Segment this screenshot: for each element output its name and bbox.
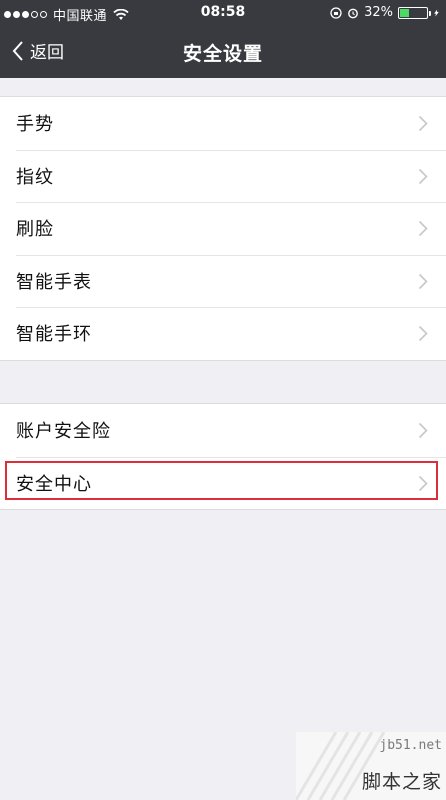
list-item-fingerprint[interactable]: 指纹 (0, 149, 446, 203)
screen: 中国联通 08:58 32% 返回 安全设置 手势 指纹 刷脸 智能手表 智能手… (0, 0, 446, 800)
watermark-name: 脚本之家 (361, 771, 442, 793)
list-item-smartband[interactable]: 智能手环 (0, 307, 446, 360)
alarm-icon (348, 8, 358, 18)
rotation-lock-icon (330, 6, 342, 19)
chevron-right-icon (418, 273, 428, 289)
status-bar: 中国联通 08:58 32% (0, 0, 446, 26)
list-item-smartwatch[interactable]: 智能手表 (0, 254, 446, 308)
list-item-label: 指纹 (16, 166, 54, 188)
page-title: 安全设置 (182, 43, 263, 65)
list-item-label: 安全中心 (16, 473, 92, 495)
chevron-right-icon (418, 475, 428, 491)
chevron-right-icon (418, 220, 428, 237)
list-item-face[interactable]: 刷脸 (0, 202, 446, 255)
settings-group-account: 账户安全险 安全中心 (0, 403, 446, 510)
list-item-gesture[interactable]: 手势 (0, 97, 446, 150)
battery-fill (400, 8, 409, 17)
settings-group-biometric: 手势 指纹 刷脸 智能手表 智能手环 (0, 96, 446, 361)
chevron-right-icon (418, 168, 428, 184)
nav-bar: 返回 安全设置 (0, 26, 446, 78)
charging-icon (434, 9, 439, 16)
list-item-security-center[interactable]: 安全中心 (0, 456, 446, 510)
battery-icon (398, 6, 431, 19)
chevron-right-icon (418, 115, 428, 132)
list-item-label: 刷脸 (16, 219, 54, 241)
list-item-label: 智能手表 (16, 271, 92, 293)
watermark-site: jb51.net (379, 738, 442, 753)
chevron-right-icon (418, 422, 428, 439)
list-item-label: 智能手环 (16, 324, 92, 346)
list-item-account-insurance[interactable]: 账户安全险 (0, 404, 446, 457)
watermark: jb51.net 脚本之家 (296, 732, 446, 800)
list-item-label: 账户安全险 (16, 421, 111, 443)
status-right: 32% (330, 5, 440, 20)
battery-percent: 32% (364, 5, 393, 20)
chevron-right-icon (418, 325, 428, 342)
list-item-label: 手势 (16, 114, 54, 136)
